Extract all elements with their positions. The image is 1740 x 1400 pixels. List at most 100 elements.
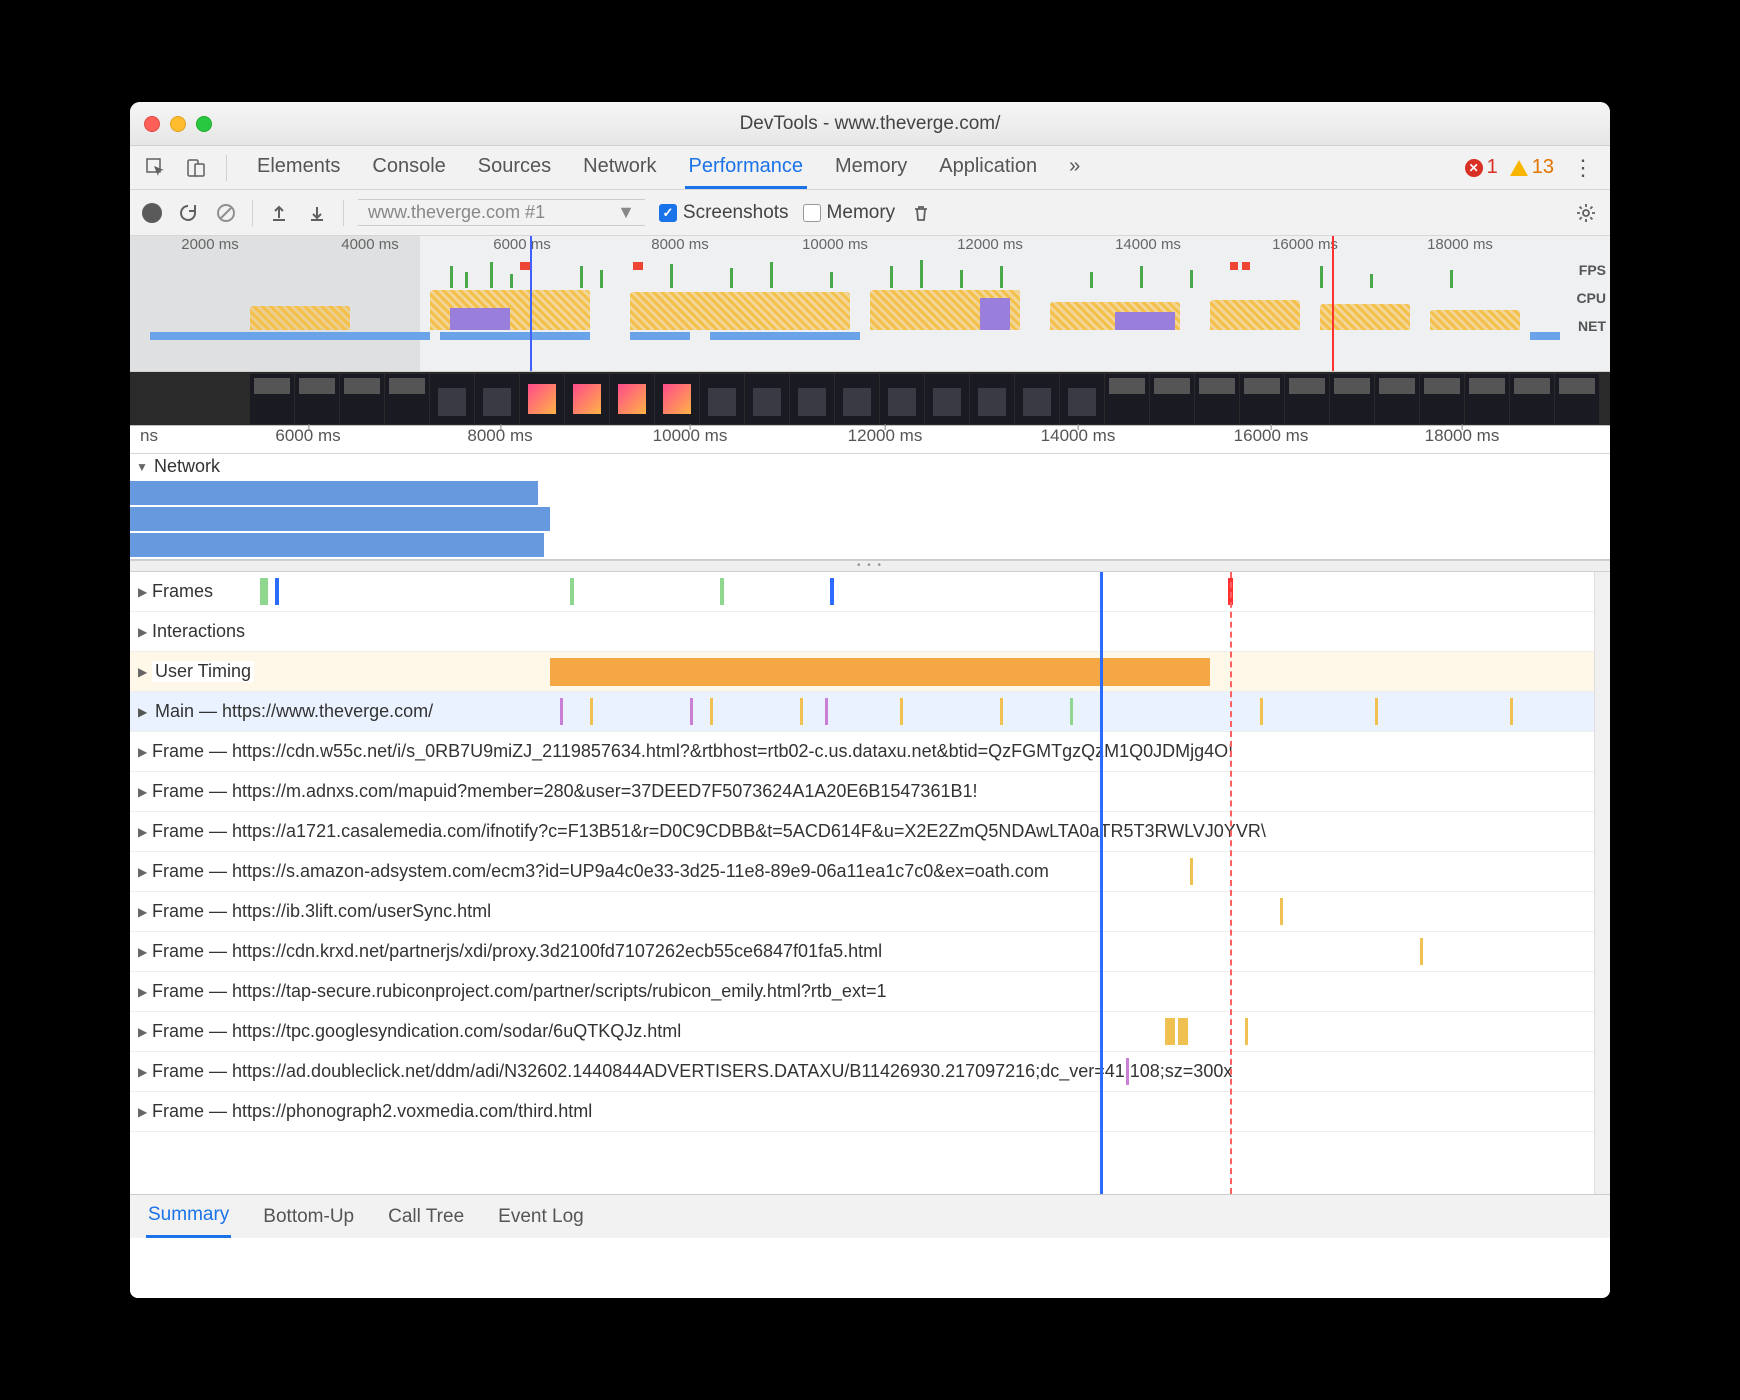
playhead-cursor[interactable] [1100, 572, 1103, 1194]
screenshot-thumb[interactable] [1060, 374, 1104, 424]
user-timing-row[interactable]: ▶ User Timing [130, 652, 1610, 692]
screenshot-thumb[interactable] [295, 374, 339, 424]
recording-select[interactable]: www.theverge.com #1 ▼ [358, 199, 645, 226]
checkbox-empty-icon [803, 204, 821, 222]
minimize-icon[interactable] [170, 116, 186, 132]
frame-label: Frame — https://a1721.casalemedia.com/if… [152, 821, 1266, 842]
tab-elements[interactable]: Elements [253, 146, 344, 189]
ruler-tick: 16000 ms [1234, 426, 1309, 446]
screenshot-thumb[interactable] [475, 374, 519, 424]
device-toggle-icon[interactable] [180, 152, 212, 184]
frame-row[interactable]: ▶Frame — https://cdn.krxd.net/partnerjs/… [130, 932, 1610, 972]
screenshot-thumb[interactable] [1420, 374, 1464, 424]
screenshot-thumb[interactable] [610, 374, 654, 424]
gear-icon[interactable] [1574, 201, 1598, 225]
screenshot-thumb[interactable] [1285, 374, 1329, 424]
screenshot-thumb[interactable] [1330, 374, 1374, 424]
main-row[interactable]: ▶ Main — https://www.theverge.com/ [130, 692, 1610, 732]
frame-row[interactable]: ▶Frame — https://ad.doubleclick.net/ddm/… [130, 1052, 1610, 1092]
screenshots-label: Screenshots [683, 202, 789, 224]
upload-icon[interactable] [267, 201, 291, 225]
ruler-tick: 18000 ms [1427, 236, 1493, 253]
maximize-icon[interactable] [196, 116, 212, 132]
screenshot-thumb[interactable] [1510, 374, 1554, 424]
frame-row[interactable]: ▶Frame — https://tpc.googlesyndication.c… [130, 1012, 1610, 1052]
screenshot-thumb[interactable] [340, 374, 384, 424]
inspect-icon[interactable] [140, 152, 172, 184]
tab-call-tree[interactable]: Call Tree [386, 1197, 466, 1237]
record-button[interactable] [142, 203, 162, 223]
screenshot-thumb[interactable] [970, 374, 1014, 424]
frames-row[interactable]: ▶ Frames [130, 572, 1610, 612]
frame-row[interactable]: ▶Frame — https://m.adnxs.com/mapuid?memb… [130, 772, 1610, 812]
scrollbar[interactable] [1594, 572, 1610, 1194]
main-ruler[interactable]: ns 6000 ms 8000 ms 10000 ms 12000 ms 140… [130, 426, 1610, 454]
screenshot-thumb[interactable] [790, 374, 834, 424]
tab-overflow[interactable]: » [1065, 146, 1084, 189]
download-icon[interactable] [305, 201, 329, 225]
screenshot-thumb[interactable] [565, 374, 609, 424]
overview-ruler: 2000 ms 4000 ms 6000 ms 8000 ms 10000 ms… [130, 236, 1610, 256]
frame-label: Frame — https://ib.3lift.com/userSync.ht… [152, 901, 491, 922]
kebab-icon[interactable]: ⋮ [1566, 155, 1600, 181]
frame-row[interactable]: ▶Frame — https://cdn.w55c.net/i/s_0RB7U9… [130, 732, 1610, 772]
tab-sources[interactable]: Sources [474, 146, 555, 189]
screenshot-thumb[interactable] [1195, 374, 1239, 424]
separator [343, 200, 344, 226]
screenshot-thumb[interactable] [880, 374, 924, 424]
selection-start-handle[interactable] [530, 236, 532, 371]
screenshots-checkbox[interactable]: ✓ Screenshots [659, 202, 789, 224]
tab-application[interactable]: Application [935, 146, 1041, 189]
screenshot-thumb[interactable] [1105, 374, 1149, 424]
screenshot-thumb[interactable] [700, 374, 744, 424]
tab-event-log[interactable]: Event Log [496, 1197, 586, 1237]
tab-bottom-up[interactable]: Bottom-Up [261, 1197, 356, 1237]
frame-row[interactable]: ▶Frame — https://phonograph2.voxmedia.co… [130, 1092, 1610, 1132]
window-title: DevTools - www.theverge.com/ [130, 113, 1610, 135]
tab-performance[interactable]: Performance [685, 146, 808, 189]
chevron-right-icon: ▶ [138, 585, 152, 599]
splitter[interactable]: • • • [130, 560, 1610, 572]
ruler-tick: 8000 ms [467, 426, 532, 446]
close-icon[interactable] [144, 116, 160, 132]
screenshot-thumb[interactable] [520, 374, 564, 424]
screenshot-thumb[interactable] [925, 374, 969, 424]
network-header[interactable]: ▼ Network [130, 454, 1610, 479]
frame-row[interactable]: ▶Frame — https://tap-secure.rubiconproje… [130, 972, 1610, 1012]
selection-end-handle[interactable] [1332, 236, 1334, 371]
warnings-badge[interactable]: 13 [1510, 156, 1554, 179]
ruler-tick: 6000 ms [493, 236, 551, 253]
reload-icon[interactable] [176, 201, 200, 225]
frame-row[interactable]: ▶Frame — https://s.amazon-adsystem.com/e… [130, 852, 1610, 892]
screenshot-thumb[interactable] [1150, 374, 1194, 424]
tab-summary[interactable]: Summary [146, 1195, 231, 1238]
trash-icon[interactable] [909, 201, 933, 225]
flame-area[interactable]: ▶ Frames ▶ Interactions ▶ User Timing ▶ … [130, 572, 1610, 1194]
interactions-row[interactable]: ▶ Interactions [130, 612, 1610, 652]
error-count: 1 [1487, 156, 1498, 179]
tab-network[interactable]: Network [579, 146, 660, 189]
checkbox-checked-icon: ✓ [659, 204, 677, 222]
screenshot-thumb[interactable] [1015, 374, 1059, 424]
tab-console[interactable]: Console [368, 146, 449, 189]
screenshot-thumb[interactable] [835, 374, 879, 424]
screenshot-thumb[interactable] [250, 374, 294, 424]
screenshot-thumb[interactable] [1465, 374, 1509, 424]
filmstrip[interactable] [130, 372, 1610, 426]
frame-row[interactable]: ▶Frame — https://ib.3lift.com/userSync.h… [130, 892, 1610, 932]
screenshot-thumb[interactable] [1555, 374, 1599, 424]
screenshot-thumb[interactable] [1240, 374, 1284, 424]
screenshot-thumb[interactable] [745, 374, 789, 424]
clear-icon[interactable] [214, 201, 238, 225]
frame-row[interactable]: ▶Frame — https://a1721.casalemedia.com/i… [130, 812, 1610, 852]
screenshot-thumb[interactable] [1375, 374, 1419, 424]
network-bars[interactable] [130, 479, 1610, 559]
errors-badge[interactable]: ✕ 1 [1465, 156, 1498, 179]
tab-memory[interactable]: Memory [831, 146, 911, 189]
screenshot-thumb[interactable] [430, 374, 474, 424]
memory-checkbox[interactable]: Memory [803, 202, 896, 224]
chevron-right-icon: ▶ [138, 945, 152, 959]
screenshot-thumb[interactable] [655, 374, 699, 424]
overview-pane[interactable]: 2000 ms 4000 ms 6000 ms 8000 ms 10000 ms… [130, 236, 1610, 372]
screenshot-thumb[interactable] [385, 374, 429, 424]
